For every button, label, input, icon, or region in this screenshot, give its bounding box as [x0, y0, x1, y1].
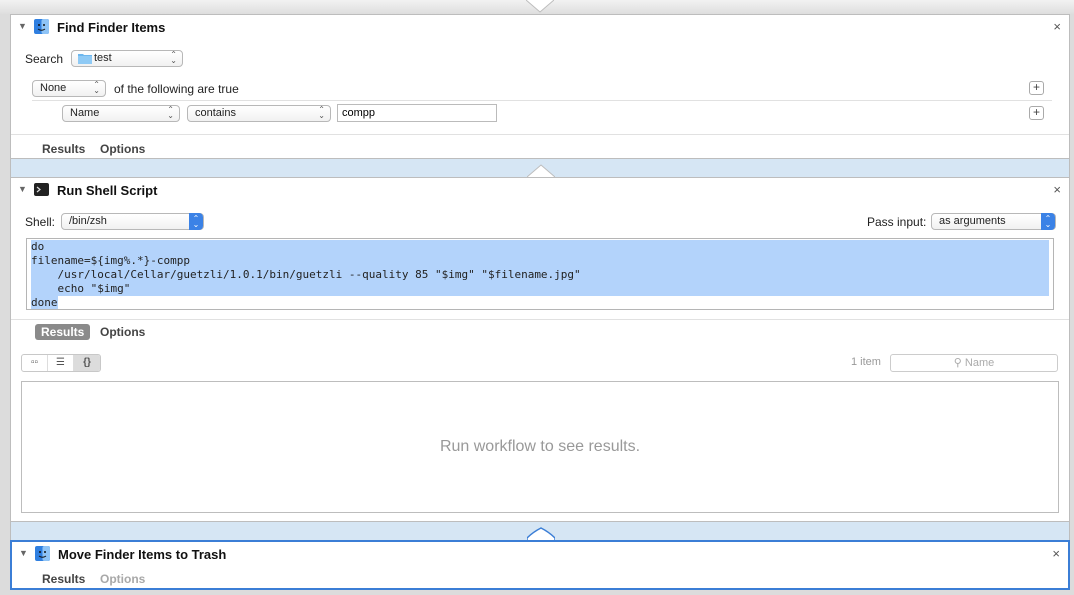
- add-criteria-group-button[interactable]: +: [1029, 81, 1044, 95]
- popup-arrows-icon: ⌃ ⌄: [1041, 213, 1055, 230]
- code-line: do: [31, 240, 1049, 254]
- condition-value-input[interactable]: [337, 104, 497, 122]
- quantifier-popup[interactable]: None ⌃ ⌄: [32, 80, 106, 97]
- code-line: echo "$img": [31, 282, 1049, 296]
- results-tab[interactable]: Results: [35, 324, 91, 340]
- connector-notch: [527, 164, 555, 177]
- code-line: done: [31, 296, 58, 309]
- search-placeholder: Name: [964, 357, 995, 369]
- popup-arrows-icon: ⌃ ⌄: [93, 80, 100, 95]
- options-tab[interactable]: Options: [100, 572, 145, 586]
- item-count: 1 item: [851, 356, 881, 368]
- condition-operator-value: contains: [195, 107, 236, 119]
- shell-popup[interactable]: /bin/zsh ⌃ ⌄: [61, 213, 204, 230]
- popup-arrows-icon: ⌃ ⌄: [170, 50, 177, 65]
- script-editor[interactable]: do filename=${img%.*}-compp /usr/local/Ce…: [26, 238, 1054, 310]
- action-title: Run Shell Script: [57, 183, 158, 198]
- condition-field-value: Name: [70, 107, 100, 119]
- view-mode-segmented-control[interactable]: ▫▫ ☰ {}: [21, 354, 101, 372]
- condition-operator-popup[interactable]: contains ⌃ ⌄: [187, 105, 331, 122]
- disclosure-triangle-icon[interactable]: ▼: [18, 21, 27, 31]
- action-header: ▼ Move Finder Items to Trash ×: [12, 542, 1068, 566]
- close-action-button[interactable]: ×: [1053, 182, 1061, 197]
- pass-input-popup[interactable]: as arguments ⌃ ⌄: [931, 213, 1056, 230]
- icon-view-icon[interactable]: ▫▫: [22, 355, 48, 371]
- disclosure-triangle-icon[interactable]: ▼: [19, 548, 28, 558]
- finder-icon: [35, 546, 50, 561]
- results-search-field[interactable]: ⚲ Name: [890, 354, 1058, 372]
- add-condition-button[interactable]: +: [1029, 106, 1044, 120]
- list-view-icon[interactable]: ☰: [48, 355, 74, 371]
- popup-arrows-icon: ⌃ ⌄: [167, 105, 174, 120]
- action-title: Move Finder Items to Trash: [58, 547, 227, 562]
- top-connector: [526, 0, 554, 13]
- tabs-divider: [11, 134, 1069, 135]
- search-label: Search: [25, 52, 64, 66]
- criteria-divider: [32, 100, 1052, 101]
- find-finder-items-action[interactable]: ▼ Find Finder Items × Search test ⌃ ⌄ Non…: [10, 14, 1070, 159]
- results-tab[interactable]: Results: [42, 142, 85, 156]
- run-shell-script-action[interactable]: ▼ Run Shell Script × Shell: /bin/zsh ⌃ ⌄ …: [10, 177, 1070, 522]
- popup-arrows-icon: ⌃ ⌄: [189, 213, 203, 230]
- results-area: Run workflow to see results.: [21, 381, 1059, 513]
- shell-label: Shell:: [25, 215, 56, 229]
- search-icon: ⚲: [953, 357, 962, 369]
- tabs-divider: [11, 319, 1069, 320]
- code-line: filename=${img%.*}-compp: [31, 254, 1049, 268]
- pass-input-value: as arguments: [939, 215, 1006, 227]
- popup-arrows-icon: ⌃ ⌄: [318, 105, 325, 120]
- disclosure-triangle-icon[interactable]: ▼: [18, 184, 27, 194]
- action-header: ▼ Run Shell Script ×: [11, 178, 1069, 202]
- results-empty-message: Run workflow to see results.: [439, 438, 641, 455]
- code-line: /usr/local/Cellar/guetzli/1.0.1/bin/guet…: [31, 268, 1049, 282]
- move-finder-items-to-trash-action[interactable]: ▼ Move Finder Items to Trash × Results O…: [10, 540, 1070, 590]
- results-tab[interactable]: Results: [42, 572, 85, 586]
- options-tab[interactable]: Options: [100, 325, 145, 339]
- terminal-icon: [34, 183, 49, 196]
- folder-icon: [78, 54, 92, 64]
- close-action-button[interactable]: ×: [1052, 546, 1060, 561]
- finder-icon: [34, 19, 49, 34]
- close-action-button[interactable]: ×: [1053, 19, 1061, 34]
- search-location-popup[interactable]: test ⌃ ⌄: [71, 50, 183, 67]
- pass-input-label: Pass input:: [867, 215, 927, 229]
- code-view-icon[interactable]: {}: [74, 355, 100, 371]
- search-location-value: test: [94, 52, 112, 64]
- condition-field-popup[interactable]: Name ⌃ ⌄: [62, 105, 180, 122]
- connector-notch: [527, 527, 555, 540]
- action-connector: [10, 522, 1070, 540]
- options-tab[interactable]: Options: [100, 142, 145, 156]
- quantifier-value: None: [40, 82, 67, 94]
- action-connector: [10, 159, 1070, 177]
- quantifier-suffix-label: of the following are true: [114, 82, 239, 96]
- action-title: Find Finder Items: [57, 20, 166, 35]
- shell-value: /bin/zsh: [69, 215, 107, 227]
- action-header: ▼ Find Finder Items ×: [11, 15, 1069, 39]
